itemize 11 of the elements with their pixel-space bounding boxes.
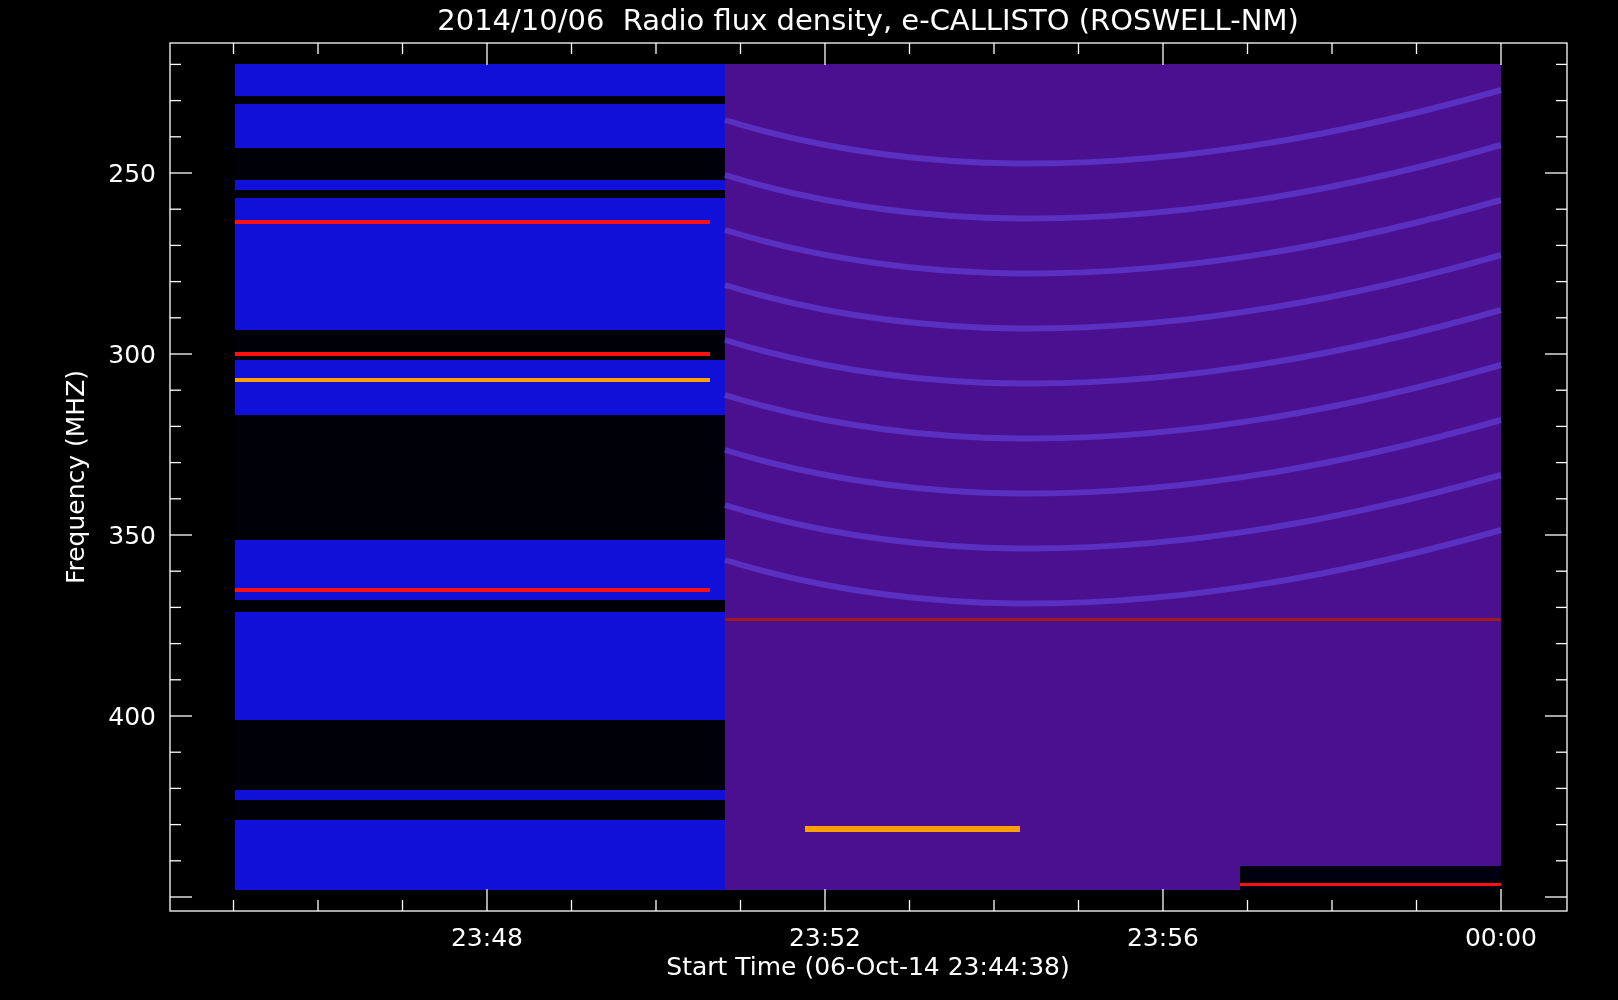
y-axis-label: Frequency (MHZ) [61,369,90,585]
y-tick-label: 350 [108,521,156,550]
x-axis-label: Start Time (06-Oct-14 23:44:38) [666,952,1070,981]
y-tick-label: 250 [108,159,156,188]
chart-title: 2014/10/06 Radio flux density, e-CALLISTO (ROSWELL-NM) [437,3,1299,37]
y-tick-label: 400 [108,702,156,731]
x-tick-label: 23:56 [1127,923,1199,952]
x-tick-label: 00:00 [1465,923,1537,952]
x-tick-label: 23:48 [451,923,523,952]
x-tick-label: 23:52 [789,923,861,952]
y-tick-label: 300 [108,340,156,369]
